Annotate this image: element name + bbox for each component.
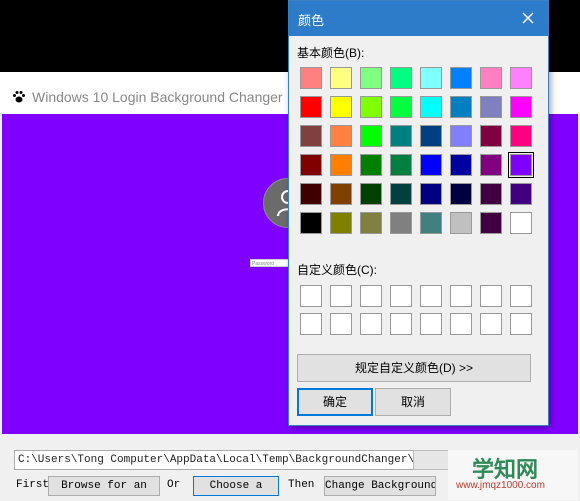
close-icon[interactable] <box>519 9 537 27</box>
custom-color-swatch[interactable] <box>480 285 502 307</box>
color-swatch[interactable] <box>420 154 442 176</box>
custom-color-swatch[interactable] <box>390 285 412 307</box>
define-custom-colors-button[interactable]: 规定自定义颜色(D) >> <box>297 354 531 382</box>
password-field: Password <box>250 259 290 267</box>
color-swatch[interactable] <box>508 152 534 178</box>
change-background-button[interactable]: Change Background <box>324 476 436 496</box>
color-swatch[interactable] <box>420 125 442 147</box>
color-swatch[interactable] <box>390 125 412 147</box>
browse-button[interactable]: Browse for an <box>48 476 160 496</box>
color-swatch[interactable] <box>300 212 322 234</box>
custom-color-swatch[interactable] <box>390 313 412 335</box>
color-swatch[interactable] <box>360 67 382 89</box>
paw-icon <box>13 91 25 103</box>
color-swatch[interactable] <box>480 125 502 147</box>
color-swatch[interactable] <box>300 183 322 205</box>
color-swatch[interactable] <box>300 96 322 118</box>
custom-color-swatch[interactable] <box>300 313 322 335</box>
color-swatch[interactable] <box>480 96 502 118</box>
cancel-button[interactable]: 取消 <box>375 388 451 416</box>
custom-color-swatch[interactable] <box>360 313 382 335</box>
color-swatch[interactable] <box>360 125 382 147</box>
color-swatch[interactable] <box>300 125 322 147</box>
then-label: Then <box>288 479 315 491</box>
color-swatch[interactable] <box>450 125 472 147</box>
color-swatch[interactable] <box>480 183 502 205</box>
custom-colors-label: 自定义颜色(C): <box>297 263 377 277</box>
color-swatch[interactable] <box>360 154 382 176</box>
custom-color-swatch[interactable] <box>450 285 472 307</box>
color-swatch[interactable] <box>510 183 532 205</box>
color-swatch[interactable] <box>390 67 412 89</box>
or-label: Or <box>167 479 181 491</box>
watermark: 学知网 www.jmqz1000.com <box>448 450 578 500</box>
color-swatch[interactable] <box>420 212 442 234</box>
color-swatch[interactable] <box>300 67 322 89</box>
color-swatch[interactable] <box>510 212 532 234</box>
color-dialog: 颜色 基本颜色(B): 自定义颜色(C): 规定自定义颜色(D) >> 确定 取… <box>288 0 549 426</box>
color-swatch[interactable] <box>450 154 472 176</box>
color-swatch[interactable] <box>450 96 472 118</box>
color-swatch[interactable] <box>390 154 412 176</box>
color-swatch[interactable] <box>390 96 412 118</box>
color-swatch[interactable] <box>390 212 412 234</box>
first-label: First <box>16 479 50 491</box>
app-title: Windows 10 Login Background Changer <box>32 89 283 105</box>
custom-color-swatch[interactable] <box>420 313 442 335</box>
custom-color-swatch[interactable] <box>330 285 352 307</box>
color-swatch[interactable] <box>330 125 352 147</box>
color-swatch[interactable] <box>360 212 382 234</box>
color-swatch[interactable] <box>330 212 352 234</box>
color-swatch[interactable] <box>330 67 352 89</box>
color-swatch[interactable] <box>510 96 532 118</box>
image-path-field[interactable]: C:\Users\Tong Computer\AppData\Local\Tem… <box>14 450 434 470</box>
color-swatch[interactable] <box>480 212 502 234</box>
custom-color-swatch[interactable] <box>300 285 322 307</box>
color-swatch[interactable] <box>330 183 352 205</box>
custom-color-swatch[interactable] <box>510 285 532 307</box>
color-swatch[interactable] <box>420 96 442 118</box>
custom-color-swatch[interactable] <box>510 313 532 335</box>
custom-color-swatch[interactable] <box>450 313 472 335</box>
color-swatch[interactable] <box>510 67 532 89</box>
choose-color-button[interactable]: Choose a <box>193 476 279 496</box>
color-swatch[interactable] <box>450 67 472 89</box>
ok-button[interactable]: 确定 <box>297 388 373 416</box>
color-swatch[interactable] <box>480 67 502 89</box>
color-swatch[interactable] <box>480 154 502 176</box>
color-swatch[interactable] <box>450 183 472 205</box>
color-swatch[interactable] <box>330 154 352 176</box>
color-swatch[interactable] <box>510 125 532 147</box>
custom-color-swatch[interactable] <box>420 285 442 307</box>
color-swatch[interactable] <box>360 183 382 205</box>
dialog-title: 颜色 <box>298 13 325 28</box>
custom-color-swatch[interactable] <box>360 285 382 307</box>
watermark-url: www.jmqz1000.com <box>456 480 545 491</box>
color-swatch[interactable] <box>420 67 442 89</box>
color-swatch[interactable] <box>360 96 382 118</box>
color-swatch[interactable] <box>450 212 472 234</box>
color-swatch[interactable] <box>390 183 412 205</box>
color-swatch[interactable] <box>330 96 352 118</box>
color-swatch[interactable] <box>300 154 322 176</box>
basic-colors-label: 基本颜色(B): <box>297 46 365 60</box>
custom-color-swatch[interactable] <box>480 313 502 335</box>
custom-color-swatch[interactable] <box>330 313 352 335</box>
dialog-titlebar: 颜色 <box>289 1 548 36</box>
color-swatch[interactable] <box>420 183 442 205</box>
